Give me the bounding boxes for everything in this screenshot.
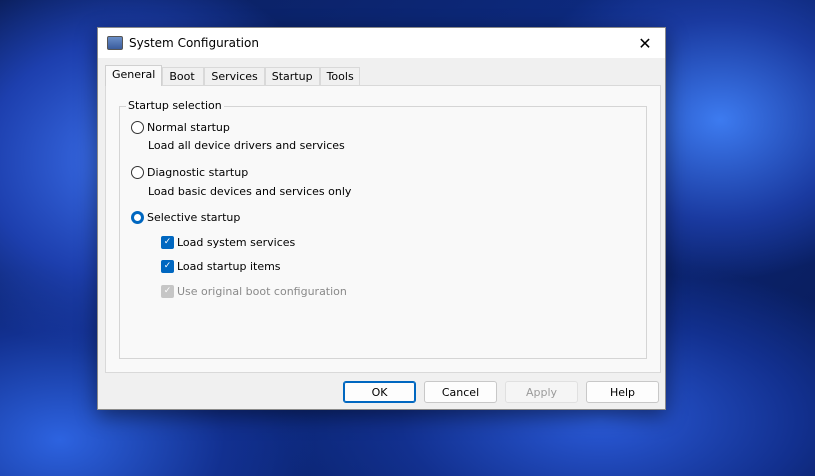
- checkmark-icon: ✓: [161, 285, 174, 298]
- tab-boot[interactable]: Boot: [162, 67, 205, 86]
- radio-label: Diagnostic startup: [147, 166, 249, 179]
- tab-general[interactable]: General: [105, 65, 163, 86]
- group-label: Startup selection: [126, 99, 224, 112]
- startup-selection-group: Startup selection Normal startup Load al…: [119, 99, 647, 359]
- general-tab-panel: Startup selection Normal startup Load al…: [105, 85, 661, 373]
- radio-icon: [131, 166, 144, 179]
- checkmark-icon: ✓: [161, 236, 174, 249]
- system-configuration-dialog: System Configuration ✕ General Boot Serv…: [97, 27, 666, 410]
- close-button[interactable]: ✕: [625, 28, 665, 58]
- checkbox-label: Use original boot configuration: [177, 285, 347, 298]
- use-original-boot-config-checkbox: ✓ Use original boot configuration: [161, 285, 347, 298]
- help-button[interactable]: Help: [586, 381, 659, 403]
- diagnostic-startup-radio[interactable]: Diagnostic startup: [131, 166, 248, 179]
- apply-button: Apply: [505, 381, 578, 403]
- selective-startup-radio[interactable]: Selective startup: [131, 211, 240, 224]
- msconfig-app-icon: [107, 36, 123, 50]
- cancel-button[interactable]: Cancel: [424, 381, 497, 403]
- checkmark-icon: ✓: [161, 260, 174, 273]
- tab-startup[interactable]: Startup: [264, 67, 320, 86]
- window-title: System Configuration: [129, 36, 259, 50]
- normal-startup-radio[interactable]: Normal startup: [131, 121, 230, 134]
- checkbox-label: Load system services: [177, 236, 296, 249]
- radio-label: Selective startup: [147, 211, 241, 224]
- diagnostic-startup-description: Load basic devices and services only: [148, 185, 352, 198]
- title-bar[interactable]: System Configuration ✕: [98, 28, 665, 58]
- checkbox-label: Load startup items: [177, 260, 281, 273]
- load-system-services-checkbox[interactable]: ✓ Load system services: [161, 236, 295, 249]
- ok-button[interactable]: OK: [343, 381, 416, 403]
- load-startup-items-checkbox[interactable]: ✓ Load startup items: [161, 260, 281, 273]
- tab-tools[interactable]: Tools: [319, 67, 360, 86]
- tab-services[interactable]: Services: [204, 67, 265, 86]
- normal-startup-description: Load all device drivers and services: [148, 139, 345, 152]
- radio-selected-icon: [131, 211, 144, 224]
- tab-bar: General Boot Services Startup Tools: [105, 65, 360, 86]
- radio-label: Normal startup: [147, 121, 230, 134]
- radio-icon: [131, 121, 144, 134]
